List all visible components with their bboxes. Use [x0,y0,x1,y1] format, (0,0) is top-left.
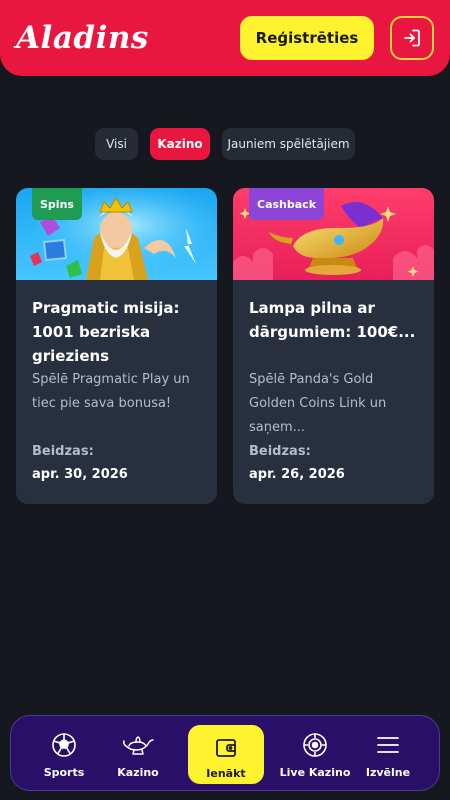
filter-chips: Visi Kazino Jauniem spēlētājiem [0,128,450,160]
nav-item-casino[interactable]: Kazino [105,716,171,792]
nav-label: Izvēlne [365,766,411,779]
promo-card-lamp[interactable]: Cashback Lampa pilna ar dārgumiem: 100€.… [233,188,434,504]
nav-item-sports[interactable]: Sports [31,716,97,792]
promo-badge: Cashback [249,188,325,220]
promo-deadline-date: apr. 26, 2026 [249,467,345,482]
header: Aladins Reģistrēties [0,0,450,76]
casino-chip-icon [302,730,328,760]
promo-deadline-label: Beidzas: [32,444,94,459]
bottom-navigation: Sports Kazino Ienākt Live Kazino Izvēlne [10,715,440,791]
nav-label: Kazino [117,766,159,779]
nav-label: Sports [43,766,85,779]
login-icon [404,29,420,47]
magic-lamp-icon [122,730,154,760]
hamburger-menu-icon [376,730,400,760]
aladins-logo[interactable]: Aladins [16,18,149,58]
promo-image-lamp: Cashback [233,188,434,280]
wallet-icon [214,733,238,763]
login-button[interactable] [390,16,434,60]
register-button[interactable]: Reģistrēties [240,16,374,60]
nav-item-login[interactable]: Ienākt [188,725,264,784]
nav-label: Ienākt [206,767,246,780]
nav-item-menu[interactable]: Izvēlne [357,716,419,792]
promo-deadline-date: apr. 30, 2026 [32,467,128,482]
promo-image-zeus: Spins [16,188,217,280]
promo-title: Lampa pilna ar dārgumiem: 100€... [249,299,416,341]
filter-chip-casino[interactable]: Kazino [150,128,210,160]
logo-text: Aladins [16,20,149,56]
filter-chip-new-players[interactable]: Jauniem spēlētājiem [222,128,355,160]
promo-badge: Spins [32,188,82,220]
promo-title: Pragmatic misija: 1001 bezriska griezien… [32,299,180,365]
promo-card-pragmatic[interactable]: Spins Pragmatic misija: 1001 bezriska gr… [16,188,217,504]
soccer-ball-icon [51,730,77,760]
nav-label: Live Kazino [279,766,351,779]
promo-deadline-label: Beidzas: [249,444,311,459]
promo-description: Spēlē Pragmatic Play un tiec pie sava bo… [32,372,190,411]
filter-chip-all[interactable]: Visi [95,128,138,160]
nav-item-live-casino[interactable]: Live Kazino [277,716,353,792]
promo-description: Spēlē Panda's Gold Golden Coins Link un … [249,372,387,435]
